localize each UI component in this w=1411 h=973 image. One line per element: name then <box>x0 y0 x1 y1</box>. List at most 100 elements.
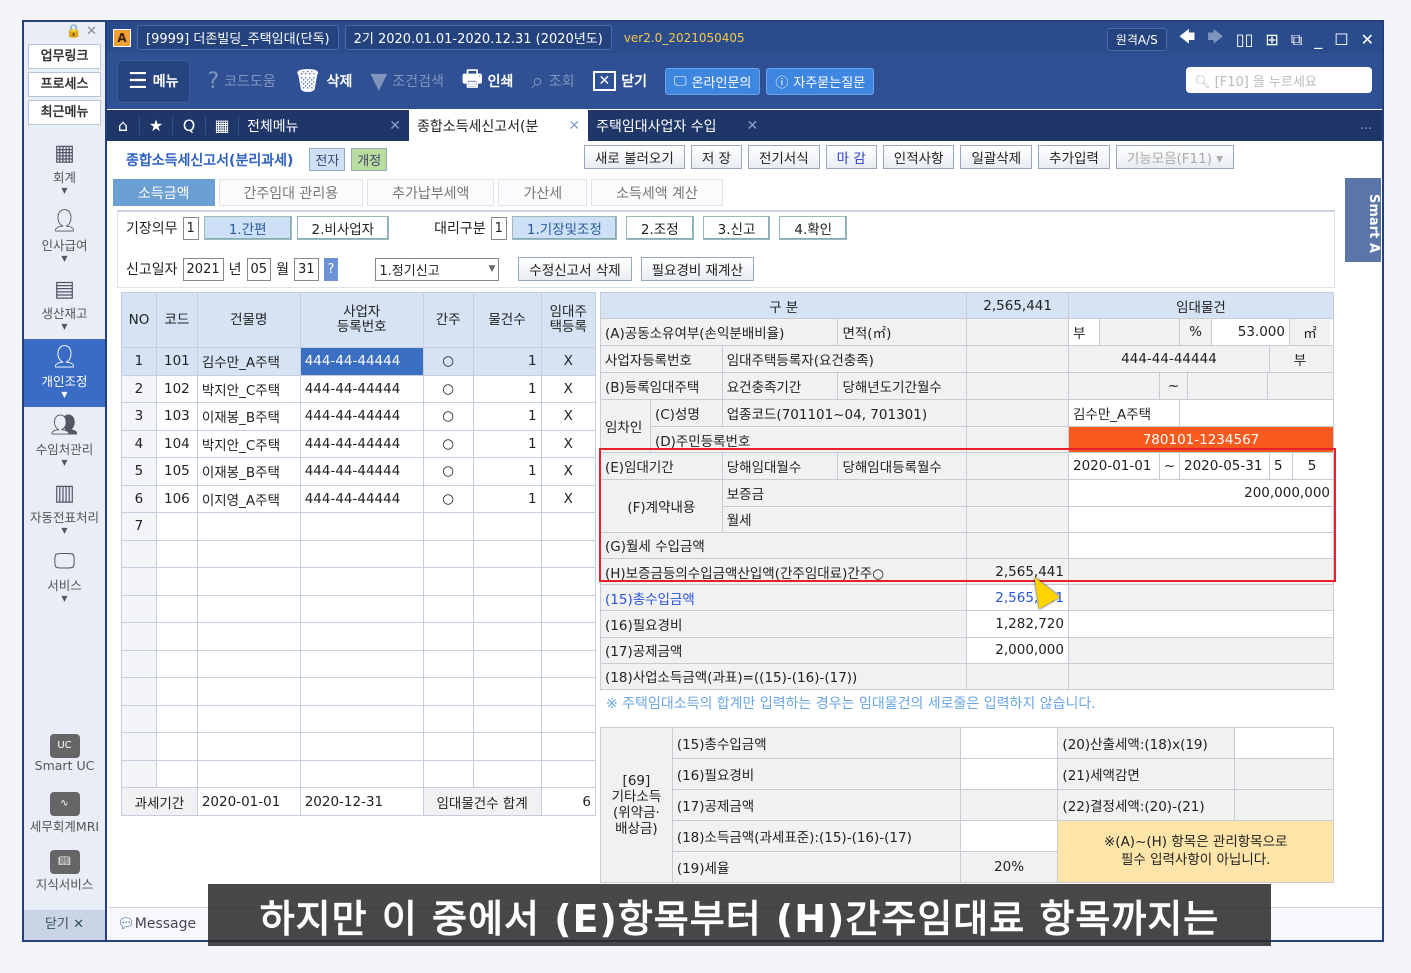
action-button-3[interactable]: 마 감 <box>825 145 877 169</box>
cell-4[interactable] <box>422 567 474 596</box>
online-inquiry-button[interactable]: 🖵 온라인문의 <box>665 67 761 95</box>
cell-2[interactable] <box>196 649 301 678</box>
cell-3[interactable] <box>299 594 424 623</box>
table-row[interactable] <box>121 732 597 761</box>
tenant-name-value[interactable]: 김수만_A주택 <box>1068 400 1180 427</box>
cell-2[interactable]: 김수만_A주택 <box>196 347 301 376</box>
cell-1[interactable]: 105 <box>155 457 198 486</box>
year-input[interactable]: 2021 <box>182 257 224 281</box>
filter-search-button[interactable]: ▼ 조건검색 <box>370 69 443 94</box>
b-from-input[interactable] <box>1069 373 1160 400</box>
table-row[interactable] <box>121 704 597 733</box>
cell-4[interactable] <box>422 759 474 788</box>
close-button[interactable]: ✕ 닫기 <box>592 71 647 91</box>
cell-6[interactable]: X <box>540 347 597 376</box>
cell-3[interactable]: 444-44-44444 <box>299 402 424 431</box>
filing-type-select[interactable]: 1.정기신고 ▼ <box>375 257 500 281</box>
q-search-icon[interactable]: Q <box>173 116 206 135</box>
action-button-6[interactable]: 추가입력 <box>1038 145 1110 169</box>
cell-1[interactable] <box>155 649 198 678</box>
cell-1[interactable] <box>155 759 198 788</box>
cell-6[interactable] <box>540 622 597 651</box>
table-row[interactable]: 7 <box>121 512 597 541</box>
print-button[interactable]: 🖶 인쇄 <box>462 62 514 100</box>
book-icon[interactable]: ▯▯ <box>1236 30 1254 49</box>
agent-option-3[interactable]: 3.신고 <box>702 216 771 240</box>
bookkeeping-option-simple[interactable]: 1.간편 <box>203 216 292 240</box>
cell-5[interactable] <box>472 512 542 541</box>
code-help-button[interactable]: ? 코드도움 <box>208 69 276 94</box>
close-icon[interactable]: ✕ <box>747 118 759 134</box>
cell-6[interactable] <box>540 649 597 678</box>
cell-5[interactable]: 1 <box>472 457 542 486</box>
cell-4[interactable]: ○ <box>422 457 474 486</box>
sidebar-lock-close[interactable]: 🔒 ✕ <box>24 22 105 41</box>
b16-value[interactable] <box>959 758 1059 790</box>
cell-5[interactable]: 1 <box>472 402 542 431</box>
table-row[interactable]: 1 101 김수만_A주택 444-44-44444 ○ 1 X <box>121 347 597 376</box>
minimize-icon[interactable]: _ <box>1314 30 1322 49</box>
cell-4[interactable]: ○ <box>422 374 474 403</box>
table-row[interactable] <box>121 677 597 706</box>
cell-6[interactable]: X <box>540 429 597 458</box>
table-row[interactable] <box>121 567 597 596</box>
home-icon[interactable]: ⌂ <box>107 116 140 135</box>
cell-2[interactable] <box>196 512 301 541</box>
cell-6[interactable]: X <box>540 457 597 486</box>
window-switch-icon[interactable]: ⧉ <box>1291 30 1302 50</box>
cell-6[interactable]: X <box>540 374 597 403</box>
forward-arrow-icon[interactable]: 🡆 <box>1207 26 1224 53</box>
smart-a-panel-tab[interactable]: Smart A <box>1345 178 1381 262</box>
bookkeeping-option-nonbiz[interactable]: 2.비사업자 <box>296 216 390 240</box>
cell-5[interactable] <box>472 732 542 761</box>
cell-2[interactable] <box>196 594 301 623</box>
cell-5[interactable] <box>472 539 542 568</box>
cell-4[interactable] <box>422 622 474 651</box>
cell-4[interactable]: ○ <box>422 347 474 376</box>
company-selector[interactable]: [9999] 더존빌딩_주택임대(단독) <box>137 25 339 50</box>
cell-3[interactable] <box>299 649 424 678</box>
biz-number-value[interactable]: 444-44-44444 <box>1069 346 1270 373</box>
sidebar-item-user[interactable]: 👤︎ 개인조정 ▼ <box>24 339 105 407</box>
cell-6[interactable] <box>540 539 597 568</box>
close-window-icon[interactable]: ✕ <box>1361 30 1374 49</box>
subtab-0[interactable]: 소득금액 <box>113 179 215 206</box>
table-row[interactable]: 4 104 박지안_C주택 444-44-44444 ○ 1 X <box>121 429 597 458</box>
co-ownership-value[interactable]: 부 <box>1069 319 1100 346</box>
cell-6[interactable] <box>540 704 597 733</box>
cell-5[interactable]: 1 <box>472 347 542 376</box>
table-row[interactable] <box>121 539 597 568</box>
day-input[interactable]: 31 <box>293 257 319 281</box>
cell-1[interactable] <box>155 704 198 733</box>
table-row[interactable] <box>121 759 597 788</box>
cell-6[interactable] <box>540 732 597 761</box>
cell-4[interactable] <box>422 677 474 706</box>
cell-6[interactable] <box>540 759 597 788</box>
close-icon[interactable]: ✕ <box>568 118 580 134</box>
sidebar-work-link[interactable]: 업무링크 <box>28 44 101 69</box>
sidebar-item-document[interactable]: ▥ 자동전표처리 ▼ <box>24 475 105 543</box>
table-row[interactable]: 2 102 박지안_C주택 444-44-44444 ○ 1 X <box>121 374 597 403</box>
cell-6[interactable] <box>540 567 597 596</box>
month-input[interactable]: 05 <box>246 257 272 281</box>
row-16-property[interactable] <box>1067 610 1335 638</box>
subtab-2[interactable]: 추가납부세액 <box>367 179 495 206</box>
cell-5[interactable] <box>472 677 542 706</box>
subtab-4[interactable]: 소득세액 계산 <box>591 179 723 206</box>
cell-5[interactable]: 1 <box>472 484 542 513</box>
cell-4[interactable] <box>422 649 474 678</box>
action-button-4[interactable]: 인적사항 <box>882 145 955 169</box>
table-row[interactable]: 3 103 이재봉_B주택 444-44-44444 ○ 1 X <box>121 402 597 431</box>
b-months-input[interactable] <box>1268 373 1276 399</box>
subtab-1[interactable]: 간주임대 관리용 <box>218 179 364 206</box>
cell-2[interactable] <box>196 704 301 733</box>
cell-3[interactable] <box>299 732 424 761</box>
cell-1[interactable] <box>155 594 198 623</box>
cell-1[interactable]: 104 <box>155 429 198 458</box>
recalc-expenses-button[interactable]: 필요경비 재계산 <box>640 257 754 281</box>
sidebar-bottom-2[interactable]: 📖︎ 지식서비스 <box>24 850 105 908</box>
cell-2[interactable] <box>196 759 301 788</box>
agent-option-2[interactable]: 2.조정 <box>625 216 694 240</box>
lookup-button[interactable]: ⌕ 조회 <box>531 69 574 94</box>
cell-6[interactable] <box>540 512 597 541</box>
